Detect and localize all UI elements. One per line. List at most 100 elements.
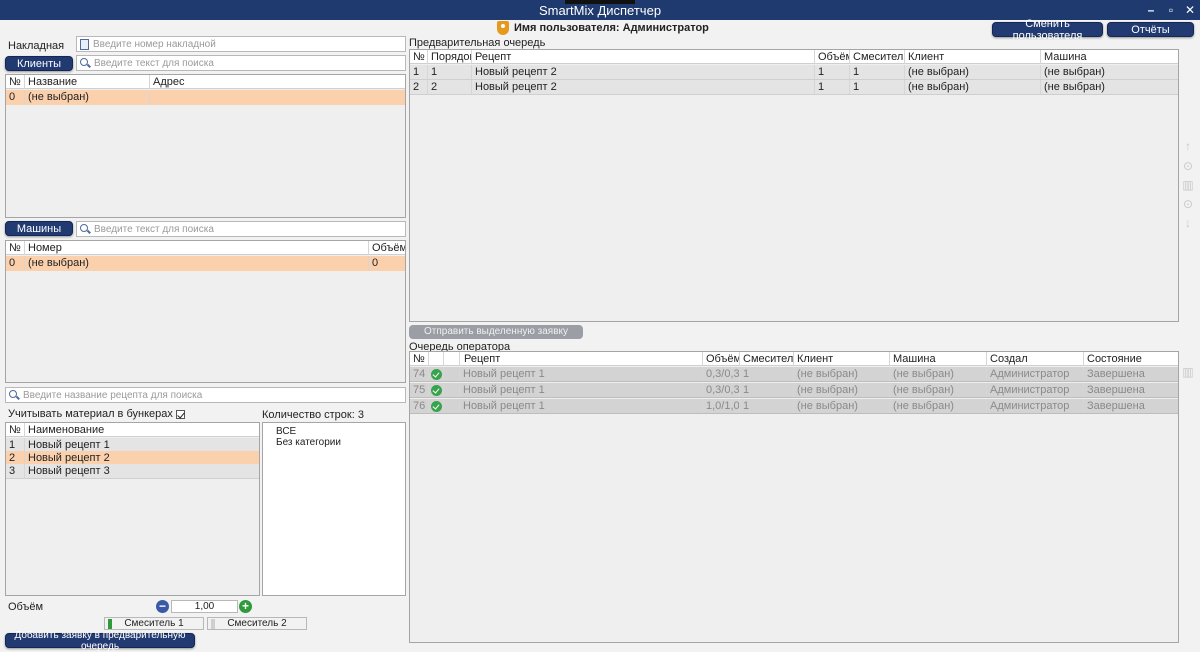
restore-icon[interactable]: ▫: [1162, 2, 1180, 18]
col-header[interactable]: Смеситель: [740, 352, 794, 366]
cell: 1: [428, 65, 472, 79]
delete-icon[interactable]: ▥: [1182, 179, 1194, 191]
cell: (не выбран): [890, 383, 987, 397]
bunker-checkbox-row[interactable]: Учитывать материал в бункерах: [8, 408, 185, 420]
cell: 2: [410, 80, 428, 94]
machines-search-placeholder: Введите текст для поиска: [94, 223, 214, 235]
table-row[interactable]: 1 1 Новый рецепт 2 1 1 (не выбран) (не в…: [410, 65, 1178, 80]
machines-button[interactable]: Машины: [5, 221, 73, 236]
machines-table: № Номер Объём 0 (не выбран) 0: [5, 240, 406, 383]
plus-icon[interactable]: +: [239, 600, 252, 613]
cell: Завершена: [1087, 400, 1145, 412]
cell: (не выбран): [1044, 66, 1105, 78]
move-bottom-icon[interactable]: ↓: [1182, 217, 1194, 229]
table-row[interactable]: 3 Новый рецепт 3: [6, 464, 259, 479]
clients-table-header: № Название Адрес: [6, 75, 405, 89]
table-row[interactable]: 0 (не выбран): [6, 90, 405, 105]
volume-input[interactable]: 1,00: [171, 600, 238, 613]
table-row[interactable]: 74 Новый рецепт 1 0,3/0,3 1 (не выбран) …: [410, 367, 1178, 382]
move-up-icon[interactable]: ⊙: [1182, 160, 1194, 172]
col-header[interactable]: Наименование: [25, 423, 259, 437]
table-row[interactable]: 0 (не выбран) 0: [6, 256, 405, 271]
cell: Новый рецепт 1: [28, 439, 110, 451]
cell: (не выбран): [905, 65, 1041, 79]
search-icon: [9, 390, 19, 400]
cell: (не выбран): [905, 80, 1041, 94]
clients-button[interactable]: Клиенты: [5, 56, 73, 71]
category-list: ВСЕ Без категории: [262, 422, 406, 596]
document-icon: [80, 38, 89, 50]
cell: Администратор: [987, 399, 1084, 413]
reports-button[interactable]: Отчёты: [1107, 22, 1194, 37]
invoice-input[interactable]: Введите номер накладной: [76, 36, 406, 52]
operator-queue-table: № Рецепт Объём Смеситель Клиент Машина С…: [409, 351, 1179, 643]
cell: 1: [6, 438, 25, 452]
col-header[interactable]: Смеситель: [850, 50, 905, 64]
completed-check-icon: [431, 369, 442, 380]
col-header[interactable]: Состояние: [1084, 352, 1178, 366]
cell: Новый рецепт 2: [472, 80, 815, 94]
col-header[interactable]: Название: [25, 75, 150, 89]
send-to-operator-button[interactable]: Отправить выделенную заявку оператору: [409, 325, 583, 351]
cell: Новый рецепт 3: [28, 465, 110, 477]
col-header[interactable]: [444, 352, 460, 366]
cell: 1: [740, 399, 794, 413]
col-header[interactable]: Порядок: [428, 50, 472, 64]
col-header[interactable]: Машина: [1041, 50, 1178, 64]
change-user-button[interactable]: Сменить пользователя: [992, 18, 1103, 42]
cell: 0,3/0,3: [703, 367, 740, 381]
recipe-search-input[interactable]: Введите название рецепта для поиска: [5, 387, 406, 403]
add-request-button[interactable]: Добавить заявку в предварительную очеред…: [5, 630, 195, 652]
cell: 1: [850, 65, 905, 79]
col-header[interactable]: Объём: [369, 241, 405, 255]
invoice-label: Накладная: [8, 40, 65, 52]
table-row[interactable]: 76 Новый рецепт 1 1,0/1,0 1 (не выбран) …: [410, 399, 1178, 414]
clients-search-input[interactable]: Введите текст для поиска: [76, 55, 406, 71]
minimize-icon[interactable]: –: [1142, 2, 1160, 18]
cell: 2: [6, 451, 25, 465]
col-header[interactable]: Клиент: [794, 352, 890, 366]
table-row[interactable]: 2 2 Новый рецепт 2 1 1 (не выбран) (не в…: [410, 80, 1178, 95]
move-top-icon[interactable]: ↑: [1182, 140, 1194, 152]
cell: Новый рецепт 2: [472, 65, 815, 79]
minus-icon[interactable]: −: [156, 600, 169, 613]
bunker-checkbox[interactable]: [175, 409, 185, 419]
category-item-uncategorized[interactable]: Без категории: [276, 437, 341, 448]
close-icon[interactable]: ✕: [1181, 2, 1199, 18]
bunker-label: Учитывать материал в бункерах: [8, 408, 173, 420]
cell: [444, 383, 460, 397]
prelim-queue-table: № Порядок Рецепт Объём Смеситель Клиент …: [409, 49, 1179, 322]
cell: Новый рецепт 1: [460, 399, 703, 413]
cell: (не выбран): [890, 367, 987, 381]
mixer-1-button[interactable]: Смеситель 1: [104, 617, 204, 630]
table-row[interactable]: 75 Новый рецепт 1 0,3/0,3 1 (не выбран) …: [410, 383, 1178, 398]
col-header[interactable]: Создал: [987, 352, 1084, 366]
cell: [429, 367, 444, 381]
mixer-2-button[interactable]: Смеситель 2: [207, 617, 307, 630]
col-header[interactable]: Клиент: [905, 50, 1041, 64]
search-icon: [80, 58, 90, 68]
machines-search-input[interactable]: Введите текст для поиска: [76, 221, 406, 237]
cell: Завершена: [1087, 384, 1145, 396]
col-header[interactable]: Рецепт: [460, 352, 703, 366]
col-header[interactable]: Рецепт: [472, 50, 815, 64]
operator-delete-icon[interactable]: ▥: [1182, 366, 1194, 378]
col-header[interactable]: №: [410, 50, 428, 64]
col-header[interactable]: Адрес: [150, 75, 405, 89]
user-info: Имя пользователя: Администратор: [497, 20, 709, 36]
move-down-icon[interactable]: ⊙: [1182, 198, 1194, 210]
col-header[interactable]: Номер: [25, 241, 369, 255]
col-header[interactable]: [429, 352, 444, 366]
cell: Новый рецепт 1: [460, 367, 703, 381]
col-header[interactable]: Объём: [703, 352, 740, 366]
cell: (не выбран): [25, 90, 150, 104]
col-header[interactable]: №: [6, 75, 25, 89]
category-item-all[interactable]: ВСЕ: [276, 426, 296, 437]
user-shield-icon: [497, 21, 509, 35]
col-header[interactable]: №: [6, 241, 25, 255]
col-header[interactable]: №: [410, 352, 429, 366]
col-header[interactable]: №: [6, 423, 25, 437]
col-header[interactable]: Машина: [890, 352, 987, 366]
col-header[interactable]: Объём: [815, 50, 850, 64]
cell: 0: [6, 256, 25, 270]
